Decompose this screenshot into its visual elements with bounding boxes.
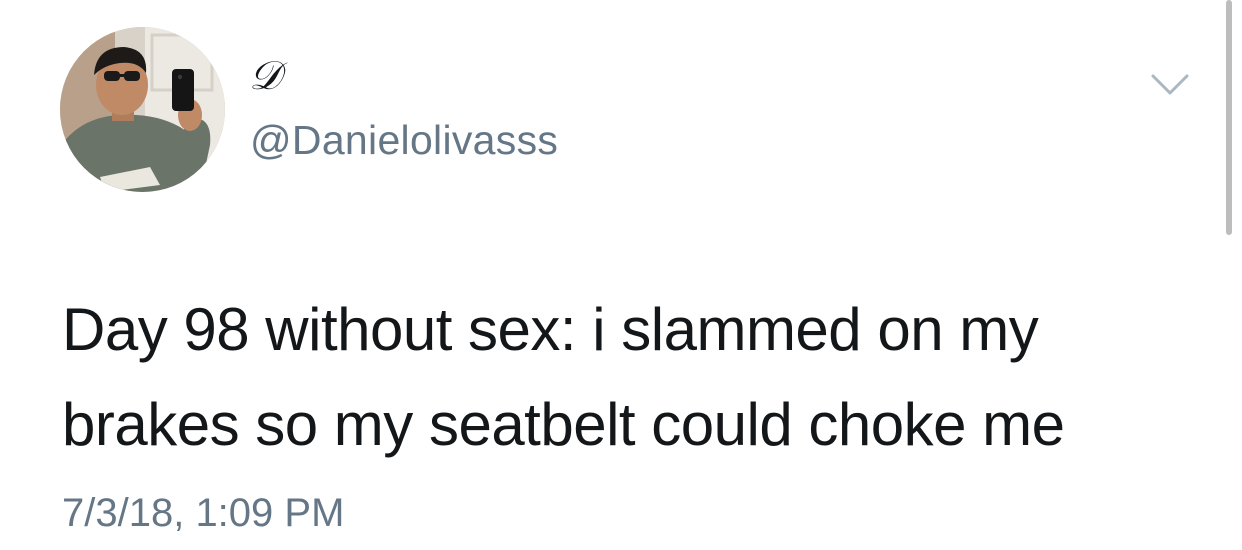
tweet-timestamp[interactable]: 7/3/18, 1:09 PM <box>62 489 344 537</box>
tweet-text: Day 98 without sex: i slammed on my brak… <box>62 296 1065 458</box>
display-name[interactable]: 𝒟 <box>249 52 281 100</box>
chevron-down-icon[interactable] <box>1150 72 1190 98</box>
user-handle[interactable]: @Danielolivasss <box>250 116 558 164</box>
tweet-card: 𝒟 @Danielolivasss Day 98 without sex: i … <box>0 0 1242 550</box>
profile-photo-icon <box>60 27 225 192</box>
avatar[interactable] <box>60 27 225 192</box>
scrollbar[interactable] <box>1226 0 1232 235</box>
